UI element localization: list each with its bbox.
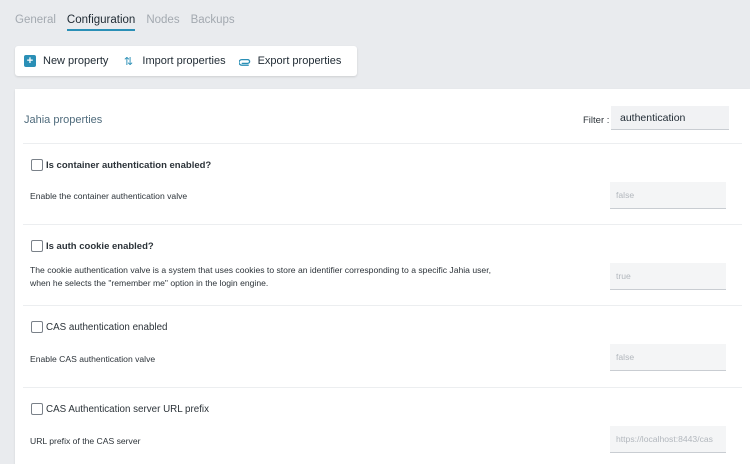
divider [23, 143, 742, 144]
property-label: CAS Authentication server URL prefix [46, 404, 209, 415]
property-checkbox[interactable] [31, 321, 43, 333]
property-value-input[interactable] [610, 182, 726, 209]
divider [23, 305, 742, 306]
import-properties-label: Import properties [142, 55, 226, 67]
export-properties-label: Export properties [257, 55, 342, 67]
divider [23, 224, 742, 225]
tab-configuration[interactable]: Configuration [66, 14, 136, 31]
panel-title: Jahia properties [24, 114, 103, 126]
tab-nodes[interactable]: Nodes [146, 14, 179, 31]
import-arrows-icon: ⇅ [123, 55, 134, 68]
new-property-button[interactable]: + New property [24, 55, 108, 67]
tab-bar: General Configuration Nodes Backups [15, 14, 235, 31]
new-property-label: New property [43, 55, 109, 67]
paperclip-icon [238, 55, 251, 67]
property-label: Is auth cookie enabled? [46, 241, 154, 252]
filter-input[interactable] [611, 106, 729, 130]
property-label: Is container authentication enabled? [46, 160, 212, 171]
property-value-input[interactable] [610, 344, 726, 371]
property-label: CAS authentication enabled [46, 322, 168, 333]
property-description: Enable the container authentication valv… [30, 191, 188, 201]
properties-panel: Jahia properties Filter : Is container a… [15, 89, 750, 464]
property-checkbox[interactable] [31, 159, 43, 171]
property-checkbox[interactable] [31, 240, 43, 252]
property-description: Enable CAS authentication valve [30, 354, 156, 364]
export-properties-button[interactable]: Export properties [238, 55, 342, 67]
property-description: URL prefix of the CAS server [30, 436, 141, 446]
filter-label: Filter : [583, 115, 610, 126]
property-description: The cookie authentication valve is a sys… [30, 265, 491, 275]
divider [23, 387, 742, 388]
tab-backups[interactable]: Backups [191, 14, 235, 31]
property-description: when he selects the "remember me" option… [30, 278, 269, 288]
plus-icon: + [24, 55, 36, 67]
property-checkbox[interactable] [31, 403, 43, 415]
import-properties-button[interactable]: ⇅ Import properties [121, 55, 226, 68]
tab-general[interactable]: General [15, 14, 56, 31]
property-value-input[interactable] [610, 426, 726, 453]
toolbar: + New property ⇅ Import properties Expor… [15, 46, 357, 76]
property-value-input[interactable] [610, 263, 726, 290]
